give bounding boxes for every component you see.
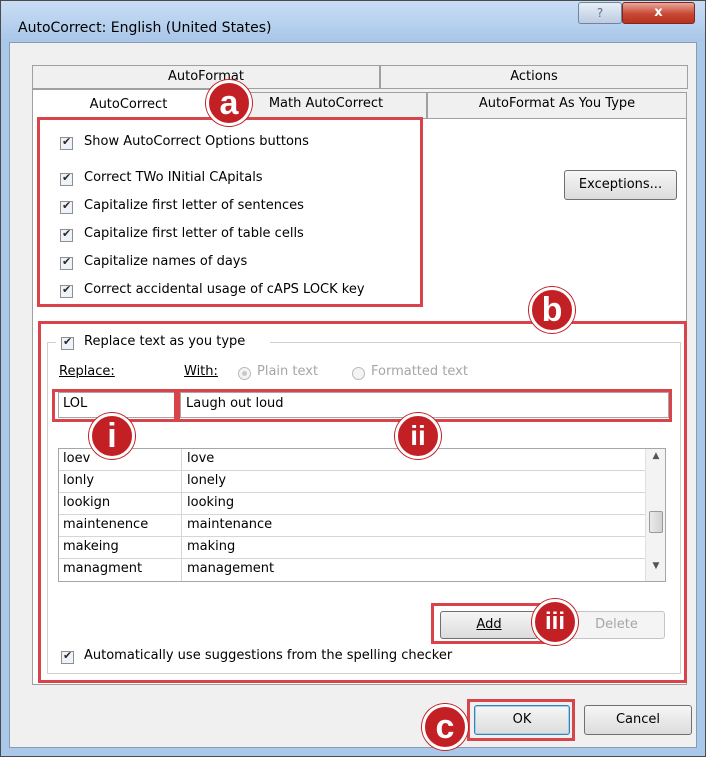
annotation-box-a [37,117,423,307]
tab-autocorrect[interactable]: AutoCorrect [32,89,225,120]
annotation-box-b [38,321,687,683]
annotation-marker-i: i [89,413,135,459]
annotation-marker-ii: ii [395,413,441,459]
annotation-marker-b: b [529,287,575,333]
annotation-marker-c: c [422,704,468,750]
tab-actions[interactable]: Actions [380,65,688,89]
cancel-button[interactable]: Cancel [584,705,692,735]
tab-autoformat-as-you-type[interactable]: AutoFormat As You Type [427,92,687,119]
window-title: AutoCorrect: English (United States) [18,20,272,36]
help-button[interactable]: ? [578,2,622,24]
exceptions-button[interactable]: Exceptions... [564,170,677,200]
annotation-marker-a: a [206,80,252,126]
tab-math-autocorrect[interactable]: Math AutoCorrect [225,92,427,119]
annotation-box-c [467,699,575,741]
annotation-marker-iii: iii [532,599,578,645]
close-button[interactable]: x [622,2,695,24]
tab-autoformat[interactable]: AutoFormat [32,65,380,89]
